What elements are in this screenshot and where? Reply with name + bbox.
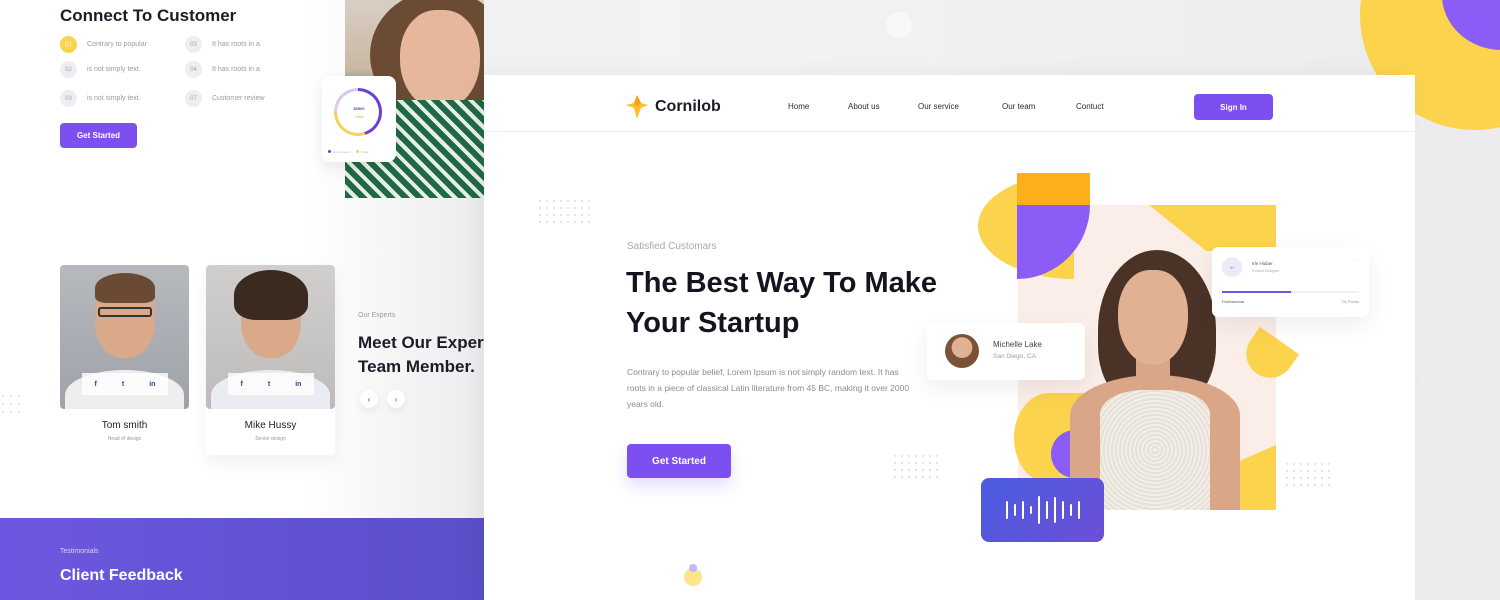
testimonials-title: Client Feedback — [60, 567, 183, 584]
nav-our-service[interactable]: Our service — [918, 102, 959, 111]
decorative-ball — [689, 564, 697, 572]
skill-card: IH Irle Hiuber Product Designer ··· Prof… — [1212, 247, 1369, 317]
facebook-icon[interactable]: f — [241, 381, 243, 388]
nav-contact[interactable]: Contuct — [1076, 102, 1104, 111]
feature-text: It has roots in a — [212, 41, 260, 48]
team-card[interactable]: f t in Tom smith Head of design — [60, 265, 189, 455]
team-member-name: Mike Hussy — [244, 420, 297, 431]
feature-text: is not simply text. — [87, 95, 141, 102]
audio-wave-bar — [1037, 496, 1040, 524]
feature-number: 04 — [185, 61, 202, 78]
nav-about-us[interactable]: About us — [848, 102, 880, 111]
hero-kicker: Satisfied Customars — [627, 241, 717, 252]
feature-number: 02 — [60, 61, 77, 78]
profile-card: Michelle Lake San Diego, CA — [927, 323, 1085, 380]
prev-arrow-button[interactable]: ‹ — [360, 390, 378, 408]
progress-track — [1222, 291, 1359, 293]
donut-legend: Lorem ipsum Dolor — [328, 150, 369, 154]
team-card[interactable]: f t in Mike Hussy Senior design — [206, 265, 335, 455]
feature-number: 07 — [185, 90, 202, 107]
dot-pattern — [2, 395, 20, 413]
logo[interactable]: Cornilob — [626, 95, 721, 119]
twitter-icon[interactable]: t — [122, 381, 124, 388]
feature-item: 01 Contrary to popular — [60, 36, 147, 53]
facebook-icon[interactable]: f — [95, 381, 97, 388]
testimonials-section: Testimonials Client Feedback — [0, 518, 484, 600]
avatar — [945, 334, 979, 368]
decorative-circle — [886, 12, 912, 38]
skill-label: Professional — [1222, 299, 1245, 304]
feature-item: 04 It has roots in a — [185, 61, 260, 78]
feature-item: 03 is not simply text. — [60, 90, 141, 107]
feature-text: Contrary to popular — [87, 41, 147, 48]
dot-pattern — [1286, 463, 1330, 486]
dot-pattern — [894, 455, 938, 478]
feature-text: It has roots in a — [212, 66, 260, 73]
hero-description: Contrary to popular belief, Lorem Ipsum … — [627, 367, 910, 409]
feature-item: 03 It has roots in a — [185, 36, 260, 53]
nav-home[interactable]: Home — [788, 102, 809, 111]
decorative-rect — [1017, 173, 1090, 205]
dot-pattern — [539, 200, 590, 223]
more-options-icon[interactable]: ··· — [1353, 257, 1359, 263]
connect-title: Connect To Customer — [60, 6, 237, 25]
feature-text: is not simply text. — [87, 66, 141, 73]
audio-wave-bar — [1005, 501, 1008, 519]
profile-name: Michelle Lake — [993, 340, 1042, 349]
skill-card-role: Product Designer — [1252, 269, 1280, 273]
feature-item: 02 is not simply text. — [60, 61, 141, 78]
next-arrow-button[interactable]: › — [387, 390, 405, 408]
avatar: IH — [1222, 257, 1242, 277]
audio-wave-card — [981, 478, 1104, 542]
social-links: f t in — [82, 373, 168, 395]
navbar: Cornilob Home About us Our service Our t… — [484, 75, 1415, 132]
feature-number: 01 — [60, 36, 77, 53]
audio-wave-bar — [1013, 504, 1016, 516]
donut-value: $5500 — [353, 106, 365, 111]
team-photo: f t in — [60, 265, 189, 409]
skill-points: 75( Points — [1340, 299, 1359, 304]
feature-text: Customer review — [212, 95, 265, 102]
testimonials-label: Testimonials — [60, 548, 99, 555]
sign-in-button[interactable]: Sign In — [1194, 94, 1273, 120]
donut-chart-card: $5500 Total Lorem ipsum Dolor — [322, 76, 396, 162]
experts-label: Our Experts — [358, 312, 396, 319]
hero-title: The Best Way To Make Your Startup — [626, 267, 938, 339]
experts-title: Meet Our Expert Team Member. — [358, 333, 484, 376]
team-member-role: Senior design — [255, 436, 286, 442]
skill-card-name: Irle Hiuber — [1252, 261, 1273, 266]
audio-wave-bar — [1077, 501, 1080, 519]
hero-get-started-button[interactable]: Get Started — [627, 444, 731, 478]
get-started-button[interactable]: Get Started — [60, 123, 137, 148]
feature-item: 07 Customer review — [185, 90, 265, 107]
social-links: f t in — [228, 373, 314, 395]
left-page-preview: Connect To Customer 01 Contrary to popul… — [0, 0, 484, 600]
linkedin-icon[interactable]: in — [149, 381, 155, 388]
twitter-icon[interactable]: t — [268, 381, 270, 388]
team-member-name: Tom smith — [101, 420, 148, 431]
audio-wave-bar — [1069, 504, 1072, 516]
audio-wave-bar — [1053, 497, 1056, 523]
audio-wave-bar — [1021, 501, 1024, 519]
profile-location: San Diego, CA — [993, 353, 1036, 360]
feature-number: 03 — [60, 90, 77, 107]
nav-our-team[interactable]: Our team — [1002, 102, 1035, 111]
logo-icon — [626, 95, 648, 119]
audio-wave-bar — [1045, 501, 1048, 519]
progress-fill — [1222, 291, 1291, 293]
team-photo: f t in — [206, 265, 335, 409]
main-page-preview: Cornilob Home About us Our service Our t… — [484, 75, 1415, 600]
donut-sub: Total — [354, 114, 364, 119]
audio-wave-bar — [1029, 506, 1032, 514]
audio-wave-bar — [1061, 501, 1064, 519]
brand-name: Cornilob — [655, 98, 721, 115]
feature-number: 03 — [185, 36, 202, 53]
team-member-role: Head of design — [107, 436, 142, 442]
linkedin-icon[interactable]: in — [295, 381, 301, 388]
